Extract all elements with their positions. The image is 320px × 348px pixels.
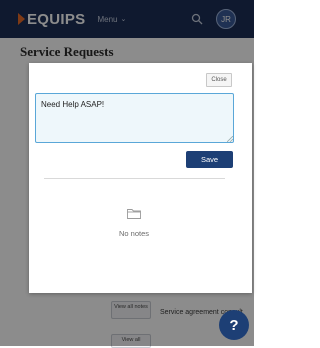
divider [44,178,225,179]
empty-state-label: No notes [118,229,150,238]
note-input[interactable]: Need Help ASAP! [35,93,234,143]
folder-icon [127,209,141,219]
resize-handle-icon[interactable] [227,136,233,142]
help-button[interactable]: ? [219,310,249,340]
save-button[interactable]: Save [186,151,233,168]
close-button[interactable]: Close [206,73,232,87]
